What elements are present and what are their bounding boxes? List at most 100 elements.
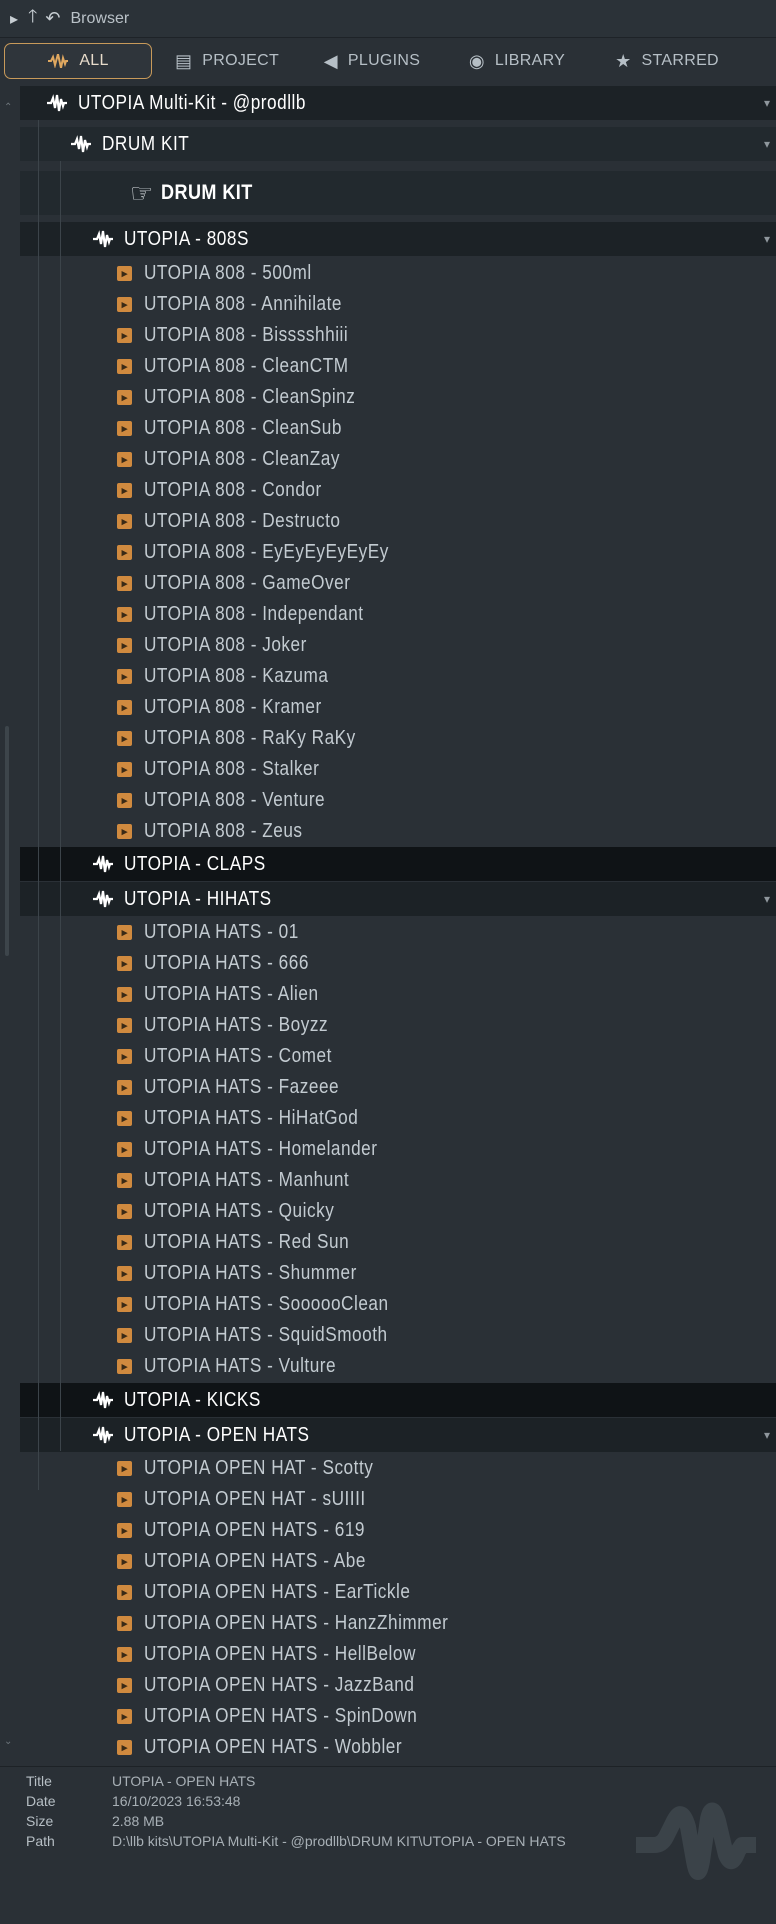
file-item[interactable]: ▸ UTOPIA HATS - Boyzz [0,1010,776,1041]
file-item[interactable]: ▸ UTOPIA 808 - Kazuma [0,661,776,692]
file-item[interactable]: ▸ UTOPIA OPEN HATS - SpinDown [0,1701,776,1732]
audio-file-icon: ▸ [117,545,132,560]
file-item[interactable]: ▸ UTOPIA 808 - CleanCTM [0,351,776,382]
file-item[interactable]: ▸ UTOPIA HATS - Fazeee [0,1072,776,1103]
audio-file-icon: ▸ [117,297,132,312]
tree-folder-808s[interactable]: UTOPIA - 808S ▾ [20,222,776,256]
audio-file-icon: ▸ [117,1523,132,1538]
tree-folder-label: UTOPIA - 808S [124,227,249,250]
audio-file-icon: ▸ [117,1461,132,1476]
tree-folder-drum-kit[interactable]: DRUM KIT ▾ [20,127,776,161]
audio-file-icon: ▸ [117,1297,132,1312]
file-item[interactable]: ▸ UTOPIA 808 - Condor [0,475,776,506]
file-item[interactable]: ▸ UTOPIA 808 - Independant [0,599,776,630]
file-item[interactable]: ▸ UTOPIA 808 - EyEyEyEyEyEy [0,537,776,568]
tree-folder-claps[interactable]: UTOPIA - CLAPS [20,847,776,881]
file-item[interactable]: ▸ UTOPIA OPEN HATS - JazzBand [0,1670,776,1701]
up-arrow-icon[interactable]: 🡑 [28,4,37,34]
drum-kit-hint: ☞ DRUM KIT [20,171,776,215]
undo-icon[interactable]: ↶ [45,8,60,29]
waveform-icon [71,135,91,153]
file-item[interactable]: ▸ UTOPIA OPEN HAT - sUIIII [0,1484,776,1515]
file-item[interactable]: ▸ UTOPIA 808 - Destructo [0,506,776,537]
audio-file-icon: ▸ [117,390,132,405]
file-item-label: UTOPIA HATS - Vulture [144,1355,337,1377]
chevron-down-icon[interactable]: ▾ [764,137,770,151]
drum-kit-hint-label: DRUM KIT [161,181,254,204]
star-icon: ★ [615,50,632,71]
file-item-label: UTOPIA 808 - Kazuma [144,665,329,687]
file-item[interactable]: ▸ UTOPIA OPEN HATS - 619 [0,1515,776,1546]
browser-tree[interactable]: ⌃ ⌄ UTOPIA Multi-Kit - @prodllb ▾ DRUM K… [0,86,776,1766]
file-item[interactable]: ▸ UTOPIA HATS - Homelander [0,1134,776,1165]
tree-folder-open-hats[interactable]: UTOPIA - OPEN HATS ▾ [20,1418,776,1452]
file-item[interactable]: ▸ UTOPIA HATS - Quicky [0,1196,776,1227]
file-item[interactable]: ▸ UTOPIA 808 - Venture [0,785,776,816]
file-item[interactable]: ▸ UTOPIA OPEN HATS - Abe [0,1546,776,1577]
audio-file-icon: ▸ [117,1328,132,1343]
tab-project[interactable]: ▤ PROJECT [152,43,302,79]
file-item[interactable]: ▸ UTOPIA 808 - CleanZay [0,444,776,475]
file-item[interactable]: ▸ UTOPIA HATS - Shummer [0,1258,776,1289]
file-item[interactable]: ▸ UTOPIA HATS - Comet [0,1041,776,1072]
file-item[interactable]: ▸ UTOPIA HATS - 666 [0,948,776,979]
tree-folder-label: UTOPIA - HIHATS [124,887,272,910]
audio-file-icon: ▸ [117,1204,132,1219]
file-item[interactable]: ▸ UTOPIA 808 - Zeus [0,816,776,847]
audio-file-icon: ▸ [117,1616,132,1631]
info-title-label: Title [26,1773,52,1789]
file-item[interactable]: ▸ UTOPIA 808 - Joker [0,630,776,661]
file-item[interactable]: ▸ UTOPIA 808 - CleanSub [0,413,776,444]
file-item[interactable]: ▸ UTOPIA 808 - CleanSpinz [0,382,776,413]
file-item[interactable]: ▸ UTOPIA HATS - HiHatGod [0,1103,776,1134]
tree-folder-label: UTOPIA - CLAPS [124,852,266,875]
file-item[interactable]: ▸ UTOPIA OPEN HATS - EarTickle [0,1577,776,1608]
tree-folder-root[interactable]: UTOPIA Multi-Kit - @prodllb ▾ [20,86,776,120]
file-item[interactable]: ▸ UTOPIA OPEN HATS - HanzZhimmer [0,1608,776,1639]
tree-folder-kicks[interactable]: UTOPIA - KICKS [20,1383,776,1417]
file-item-label: UTOPIA 808 - CleanZay [144,448,340,470]
chevron-down-icon[interactable]: ▾ [764,1428,770,1442]
file-item-label: UTOPIA HATS - 666 [144,952,309,974]
tab-all[interactable]: ALL [4,43,152,79]
waveform-icon [93,1391,113,1409]
file-item[interactable]: ▸ UTOPIA OPEN HATS - Wobbler [0,1732,776,1763]
audio-file-icon: ▸ [117,359,132,374]
file-item[interactable]: ▸ UTOPIA HATS - SquidSmooth [0,1320,776,1351]
file-item[interactable]: ▸ UTOPIA 808 - GameOver [0,568,776,599]
file-item-label: UTOPIA 808 - Destructo [144,510,341,532]
file-item-label: UTOPIA 808 - GameOver [144,572,351,594]
file-item-label: UTOPIA OPEN HATS - 619 [144,1519,366,1541]
file-item-label: UTOPIA 808 - 500ml [144,262,312,284]
file-item[interactable]: ▸ UTOPIA 808 - Bisssshhiii [0,320,776,351]
file-item[interactable]: ▸ UTOPIA HATS - Red Sun [0,1227,776,1258]
chevron-down-icon[interactable]: ▾ [764,96,770,110]
file-item[interactable]: ▸ UTOPIA 808 - RaKy RaKy [0,723,776,754]
file-item[interactable]: ▸ UTOPIA HATS - 01 [0,917,776,948]
chevron-down-icon[interactable]: ▾ [764,892,770,906]
file-item-label: UTOPIA 808 - Joker [144,634,307,656]
tab-library[interactable]: ◉ LIBRARY [442,43,592,79]
file-item[interactable]: ▸ UTOPIA HATS - SoooooClean [0,1289,776,1320]
file-item[interactable]: ▸ UTOPIA OPEN HAT - Scotty [0,1453,776,1484]
tab-starred[interactable]: ★ STARRED [592,43,742,79]
file-item[interactable]: ▸ UTOPIA 808 - 500ml [0,258,776,289]
file-item[interactable]: ▸ UTOPIA 808 - Annihilate [0,289,776,320]
tab-plugins[interactable]: ◀ PLUGINS [302,43,442,79]
audio-file-icon: ▸ [117,1266,132,1281]
chevron-down-icon[interactable]: ▾ [764,232,770,246]
audio-file-icon: ▸ [117,1111,132,1126]
file-item[interactable]: ▸ UTOPIA OPEN HATS - HellBelow [0,1639,776,1670]
file-item[interactable]: ▸ UTOPIA HATS - Manhunt [0,1165,776,1196]
file-item[interactable]: ▸ UTOPIA HATS - Vulture [0,1351,776,1382]
info-size-label: Size [26,1813,54,1829]
audio-file-icon: ▸ [117,762,132,777]
globe-icon: ◉ [468,50,485,71]
file-item[interactable]: ▸ UTOPIA 808 - Kramer [0,692,776,723]
play-arrow-icon[interactable]: ▸ [10,9,18,29]
scroll-up-icon[interactable]: ⌃ [4,102,12,113]
file-item[interactable]: ▸ UTOPIA 808 - Stalker [0,754,776,785]
tree-folder-hihats[interactable]: UTOPIA - HIHATS ▾ [20,882,776,916]
file-item[interactable]: ▸ UTOPIA HATS - Alien [0,979,776,1010]
audio-file-icon: ▸ [117,514,132,529]
